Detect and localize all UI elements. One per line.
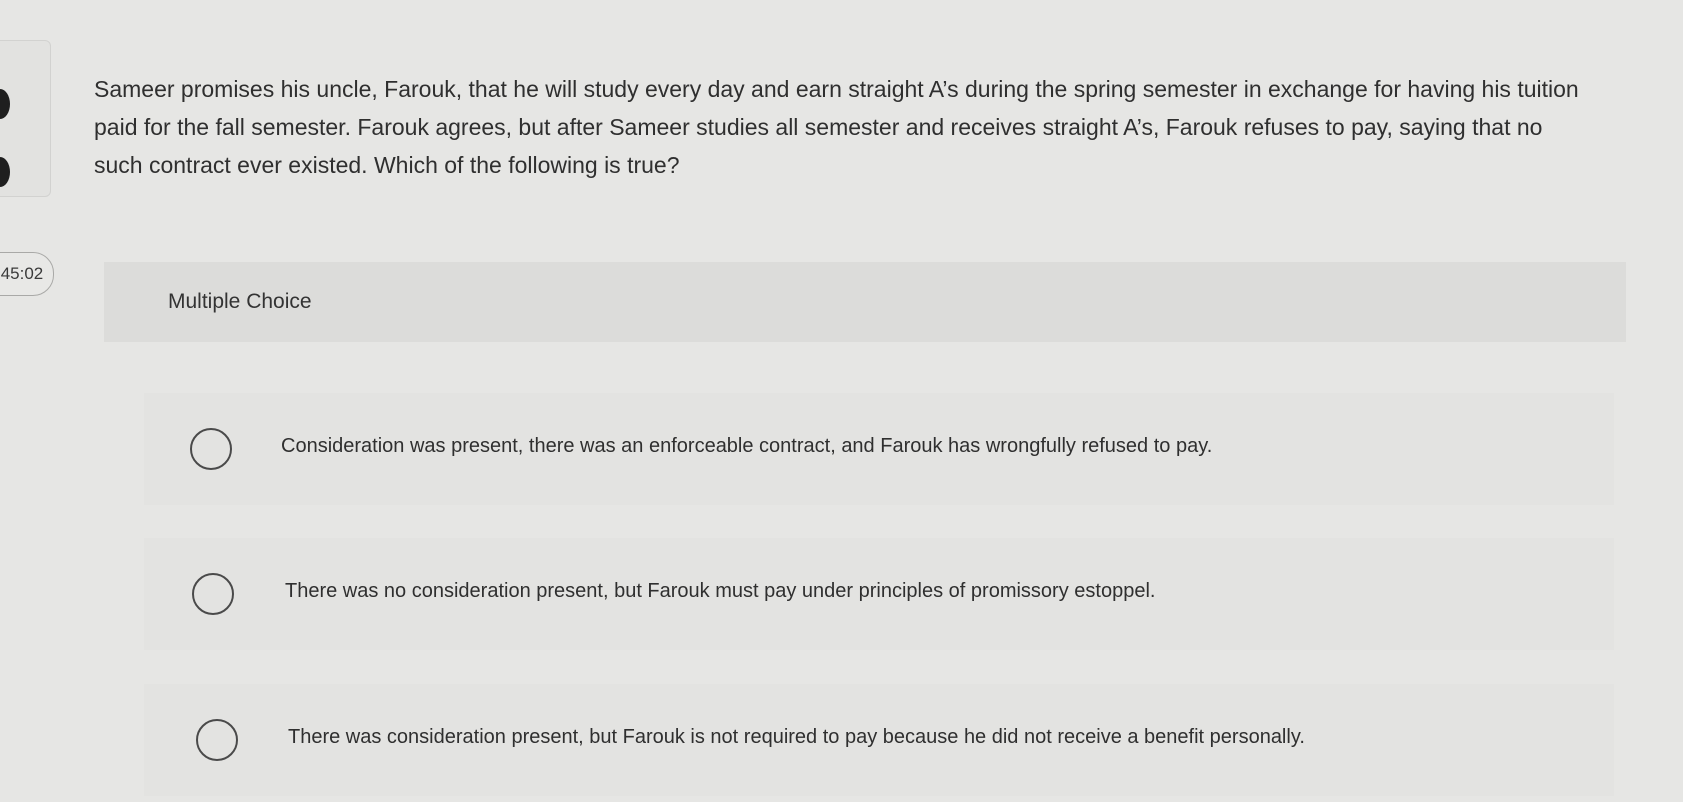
radio-button-icon[interactable] xyxy=(192,573,234,615)
nav-marker-icon[interactable] xyxy=(0,89,10,119)
answer-option-3[interactable]: There was consideration present, but Far… xyxy=(144,684,1614,796)
answer-option-text: Consideration was present, there was an … xyxy=(281,435,1213,457)
question-type-label: Multiple Choice xyxy=(168,290,312,313)
radio-button-icon[interactable] xyxy=(196,719,238,761)
answer-option-text: There was consideration present, but Far… xyxy=(288,726,1305,748)
answer-option-text: There was no consideration present, but … xyxy=(285,580,1156,602)
timer-text: 45:02 xyxy=(0,264,44,283)
answer-option-1[interactable]: Consideration was present, there was an … xyxy=(144,393,1614,505)
radio-button-icon[interactable] xyxy=(190,428,232,470)
question-nav-rail xyxy=(0,40,51,197)
nav-marker-icon[interactable] xyxy=(0,157,10,187)
timer-badge: 45:02 xyxy=(0,252,54,296)
question-type-header: Multiple Choice xyxy=(104,262,1626,342)
question-prompt: Sameer promises his uncle, Farouk, that … xyxy=(94,76,1579,178)
answer-option-2[interactable]: There was no consideration present, but … xyxy=(144,538,1614,650)
